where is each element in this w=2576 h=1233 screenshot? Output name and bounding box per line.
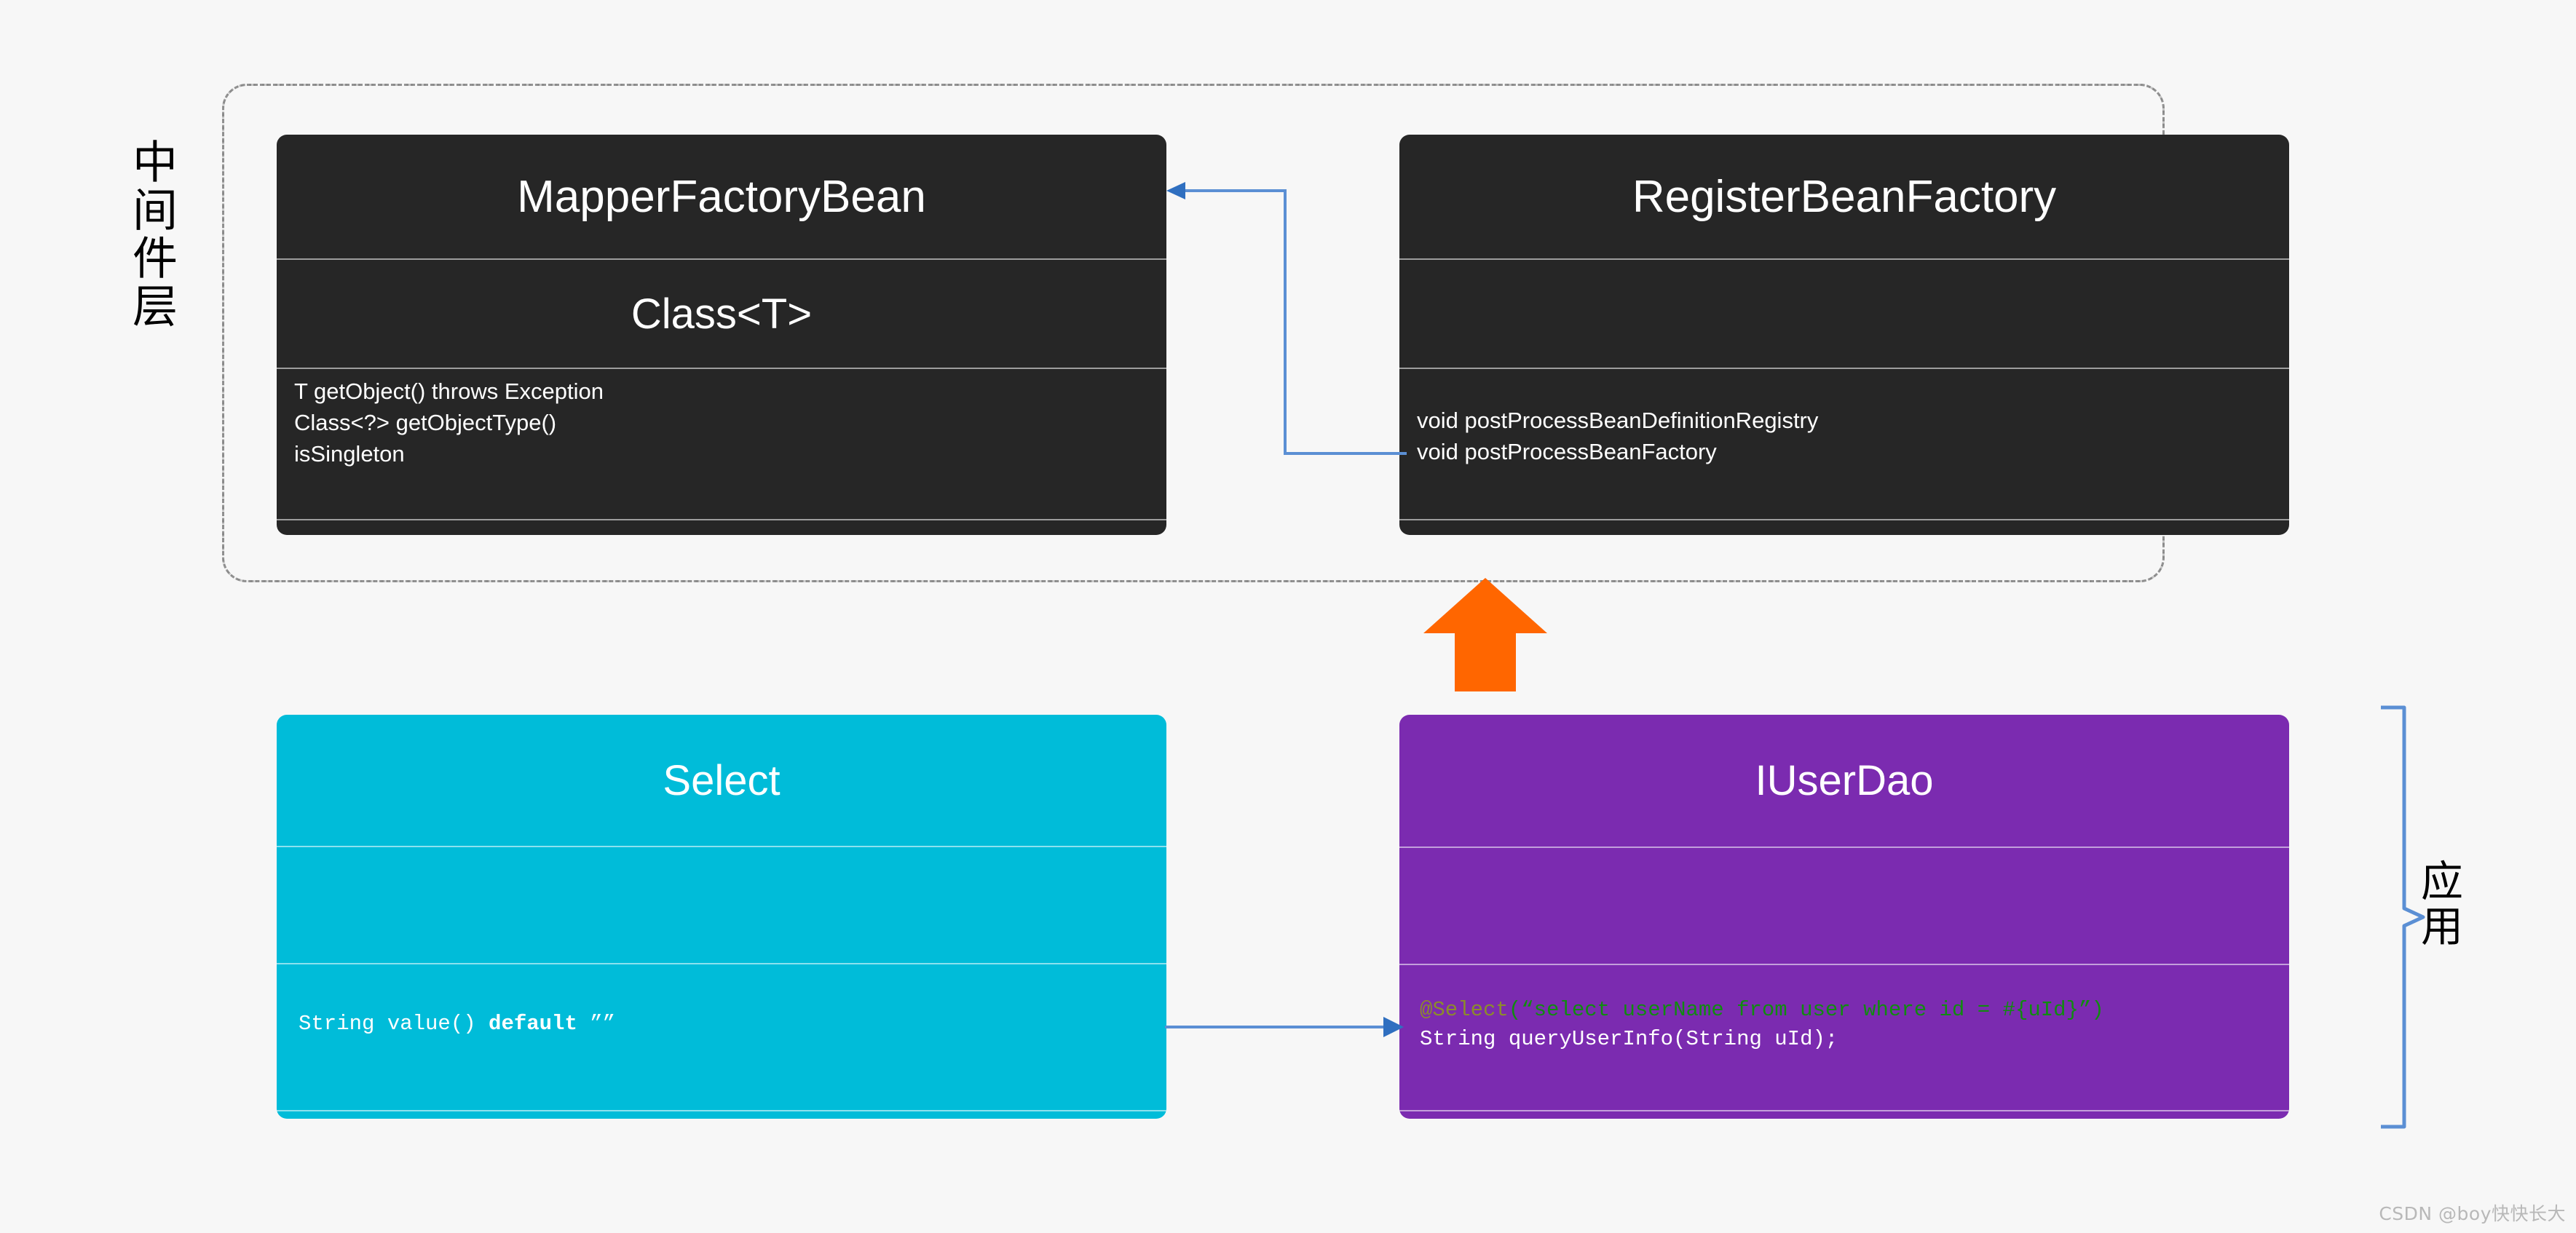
connector-select-to-iuserdao [1165,1017,1404,1037]
class-subtitle-mapper-factory-bean: Class<T> [277,258,1166,368]
code-open-paren: ( [1508,997,1522,1022]
class-members-register-bean-factory: void postProcessBeanDefinitionRegistry v… [1399,368,2289,519]
member-line: void postProcessBeanDefinitionRegistry [1417,408,1819,433]
class-title-mapper-factory-bean: MapperFactoryBean [517,171,926,222]
member-line-select-annotation: @Select(“select userName from user where… [1420,996,2269,1026]
class-title-register-bean-factory: RegisterBeanFactory [1632,171,2057,222]
class-footer-strip [1399,519,2289,528]
code-sql-string: “select userName from user where id = #{… [1521,997,2092,1022]
class-attributes-iuserdao [1399,846,2289,964]
class-footer-strip [1399,1110,2289,1119]
member-line: isSingleton [294,440,405,467]
class-members-mapper-factory-bean: T getObject() throws Exception Class<?> … [277,368,1166,519]
watermark: CSDN @boy快快长大 [2379,1203,2566,1224]
code-annotation: @Select [1420,997,1509,1022]
class-members-iuserdao: @Select(“select userName from user where… [1399,963,2289,1110]
class-attributes-select [277,846,1166,963]
code-close-paren: ) [2091,997,2104,1022]
class-box-iuserdao[interactable]: IUserDao @Select(“select userName from u… [1399,715,2289,1119]
arrow-up-application-to-middleware [1423,578,1547,691]
class-title-iuserdao: IUserDao [1755,756,1934,804]
member-line: T getObject() throws Exception [294,378,604,404]
class-footer-strip [277,1110,1166,1119]
class-attributes-register-bean-factory [1399,258,2289,368]
class-members-select: String value() default ”” [277,963,1166,1110]
middleware-layer-label: 中间件层 [125,138,178,330]
application-layer-label: 应用 [2414,859,2463,949]
class-title-select: Select [663,756,781,804]
code-keyword-default: default [489,1012,577,1036]
class-box-register-bean-factory[interactable]: RegisterBeanFactory void postProcessBean… [1399,135,2289,535]
code-prefix: String value() [299,1012,489,1036]
member-line: void postProcessBeanFactory [1417,438,1717,464]
diagram-canvas: 中间件层 MapperFactoryBean Class<T> T getObj… [0,0,2576,1233]
class-box-mapper-factory-bean[interactable]: MapperFactoryBean Class<T> T getObject()… [277,135,1166,535]
code-suffix: ”” [577,1012,616,1036]
class-box-select-annotation[interactable]: Select String value() default ”” [277,715,1166,1119]
member-line-select-value: String value() default ”” [299,1010,1145,1039]
member-line: Class<?> getObjectType() [294,409,557,435]
class-footer-strip [277,519,1166,528]
member-line-query-user-info: String queryUserInfo(String uId); [1420,1027,1838,1052]
